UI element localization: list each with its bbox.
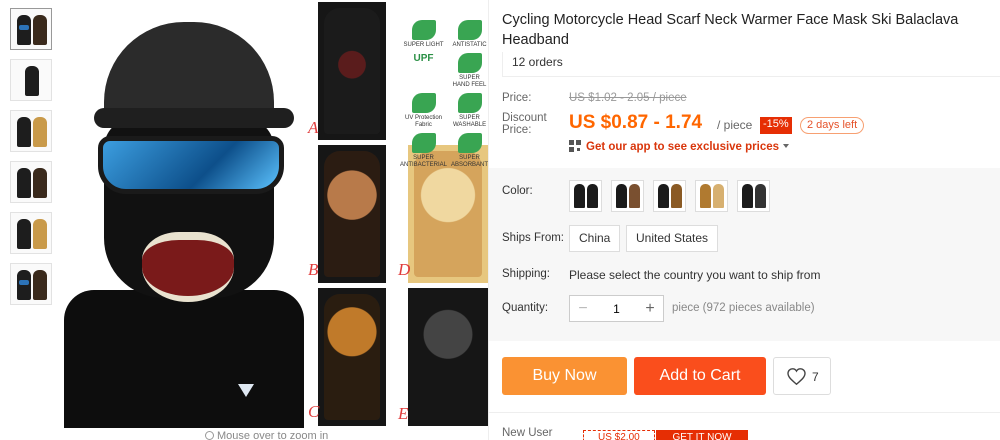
color-label: Color: <box>502 185 533 197</box>
ships-from-china[interactable]: China <box>569 225 621 252</box>
thumbnail[interactable] <box>10 212 52 254</box>
variant-tile-b <box>318 145 386 283</box>
price-label: Price: <box>502 92 532 104</box>
color-swatch[interactable] <box>695 180 728 212</box>
new-user-coupon: US $2.00 <box>583 430 655 440</box>
antibacterial-icon <box>411 133 436 153</box>
zoom-hint: Mouse over to zoom in <box>205 430 328 440</box>
quantity-input[interactable] <box>596 296 637 321</box>
thumbnail[interactable] <box>10 110 52 152</box>
color-swatch[interactable] <box>653 180 686 212</box>
thumbnail-strip <box>10 8 52 314</box>
ships-from-united-states[interactable]: United States <box>626 225 719 252</box>
lightning-icon <box>457 20 482 40</box>
wishlist-button[interactable]: 7 <box>773 357 831 395</box>
new-user-label: New User <box>502 427 553 439</box>
main-product-image[interactable]: A B C D E SUPER LIGHT ANTISTATIC UPF SUP… <box>62 0 488 428</box>
drop-icon <box>457 133 482 153</box>
feature-item: SUPER HAND FEEL <box>451 53 488 89</box>
variant-tile-a <box>318 2 386 140</box>
variant-tile-e <box>408 288 488 426</box>
thumbnail[interactable] <box>10 59 52 101</box>
chevron-down-icon <box>783 144 790 148</box>
hand-icon <box>457 53 482 73</box>
variant-tile-c <box>318 288 386 426</box>
color-swatch[interactable] <box>569 180 602 212</box>
heart-icon <box>787 368 806 385</box>
qr-code-icon <box>569 140 581 152</box>
uv-icon <box>411 93 436 113</box>
original-price: US $1.02 - 2.05 / piece <box>569 92 687 104</box>
feature-item: UV Protection Fabric <box>400 93 447 129</box>
down-arrow-icon <box>238 384 254 397</box>
feature-item: ANTISTATIC <box>451 20 488 49</box>
quantity-label: Quantity: <box>502 302 549 314</box>
divider <box>489 412 1000 413</box>
discount-price: US $0.87 - 1.74 <box>569 112 703 133</box>
feature-icons: SUPER LIGHT ANTISTATIC UPF SUPER HAND FE… <box>400 20 488 168</box>
magnifier-icon <box>205 431 214 440</box>
shipping-label: Shipping: <box>502 268 550 280</box>
product-title: Cycling Motorcycle Head Scarf Neck Warme… <box>502 12 959 48</box>
thumbnail[interactable] <box>10 263 52 305</box>
buy-now-button[interactable]: Buy Now <box>502 357 627 395</box>
price-unit: / piece <box>717 118 753 132</box>
feature-item: SUPER WASHABLE <box>451 93 488 129</box>
orders-count[interactable]: 12 orders <box>502 52 1000 77</box>
shipping-message: Please select the country you want to sh… <box>569 268 821 282</box>
color-swatches <box>569 180 770 212</box>
time-left-badge: 2 days left <box>800 117 865 134</box>
upf-icon: UPF <box>413 53 434 64</box>
quantity-available: piece (972 pieces available) <box>672 302 815 314</box>
tile-label: C <box>308 402 320 421</box>
discount-badge: -15% <box>760 117 792 134</box>
ships-from-label: Ships From: <box>502 232 564 244</box>
tile-label: E <box>398 404 409 423</box>
get-it-now-button[interactable]: GET IT NOW <box>656 430 748 440</box>
quantity-increase-button[interactable]: + <box>637 296 663 321</box>
tile-label: B <box>308 260 319 279</box>
feature-item: SUPER ABSORBANT <box>451 133 488 169</box>
discount-label-2: Price: <box>502 124 532 136</box>
feather-icon <box>411 20 436 40</box>
quantity-stepper: − + <box>569 295 664 322</box>
discount-label: Discount <box>502 112 547 124</box>
thumbnail[interactable] <box>10 161 52 203</box>
quantity-decrease-button[interactable]: − <box>570 296 596 321</box>
app-promo-link[interactable]: Get our app to see exclusive prices <box>569 140 790 153</box>
tile-label: A <box>308 118 319 137</box>
feature-item: SUPER ANTIBACTERIAL <box>400 133 447 169</box>
color-swatch[interactable] <box>611 180 644 212</box>
color-swatch[interactable] <box>737 180 770 212</box>
model-photo <box>64 0 304 428</box>
add-to-cart-button[interactable]: Add to Cart <box>634 357 766 395</box>
thumbnail[interactable] <box>10 8 52 50</box>
feature-item: SUPER LIGHT <box>400 20 447 49</box>
feature-item: UPF <box>400 53 447 89</box>
tile-label: D <box>398 260 411 279</box>
wash-icon <box>457 93 482 113</box>
wishlist-count: 7 <box>812 370 819 384</box>
